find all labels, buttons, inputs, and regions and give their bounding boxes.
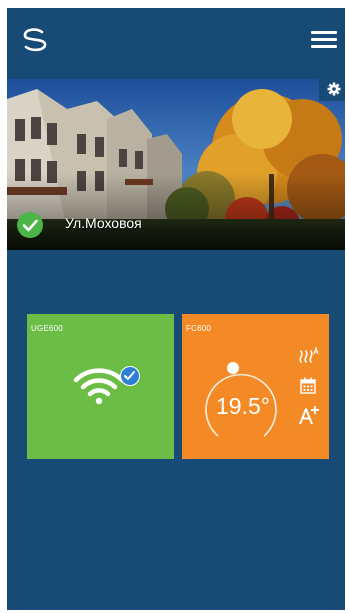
- heating-mode-icon[interactable]: [298, 347, 320, 365]
- location-card[interactable]: Ул.Моховоя: [7, 79, 345, 250]
- top-bar: [7, 8, 345, 78]
- connected-check-icon: [120, 366, 140, 386]
- device-label: FC600: [186, 324, 212, 333]
- gear-icon: [327, 82, 341, 96]
- schedule-icon[interactable]: [300, 377, 316, 394]
- wifi-icon: [73, 368, 125, 405]
- device-tile-gateway[interactable]: UGE600: [27, 314, 174, 459]
- dial-handle: [227, 362, 239, 374]
- auto-mode-icon[interactable]: [298, 404, 320, 426]
- location-photo: [7, 79, 345, 250]
- menu-line: [311, 31, 337, 34]
- brand-logo-icon: [23, 28, 47, 52]
- location-settings-button[interactable]: [319, 79, 345, 101]
- current-temperature: 19.5°: [216, 393, 270, 419]
- menu-button[interactable]: [311, 30, 337, 50]
- app-screen: Ул.Моховоя UGE600 FC600 19.5°: [7, 8, 345, 610]
- device-label: UGE600: [31, 324, 63, 333]
- menu-line: [311, 45, 337, 48]
- location-name: Ул.Моховоя: [65, 215, 142, 231]
- menu-line: [311, 38, 337, 41]
- location-status-check-icon: [17, 212, 43, 238]
- device-tile-thermostat[interactable]: FC600 19.5°: [182, 314, 329, 459]
